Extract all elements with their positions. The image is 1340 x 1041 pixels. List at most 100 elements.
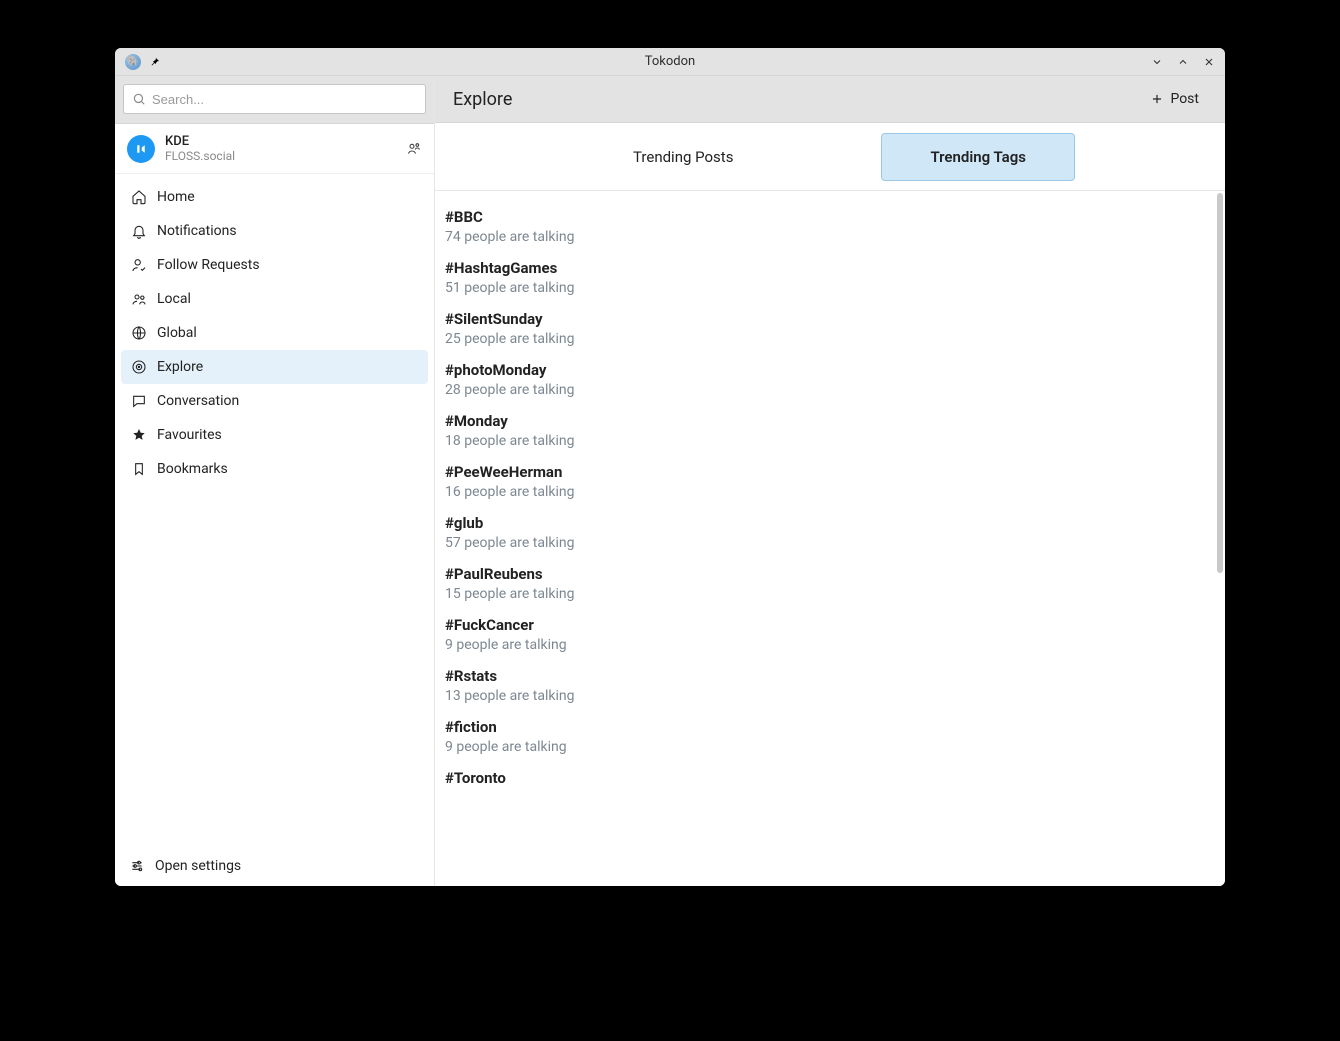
tab-trending-tags[interactable]: Trending Tags bbox=[881, 133, 1075, 181]
tag-item[interactable]: #Toronto bbox=[435, 762, 1225, 794]
account-row[interactable]: KDE FLOSS.social bbox=[115, 124, 434, 174]
app-window: 🐘 Tokodon bbox=[115, 48, 1225, 886]
tag-item[interactable]: #glub 57 people are talking bbox=[435, 507, 1225, 558]
tag-subtitle: 15 people are talking bbox=[445, 586, 1215, 602]
main-header: Explore Post bbox=[435, 76, 1225, 123]
tag-item[interactable]: #Rstats 13 people are talking bbox=[435, 660, 1225, 711]
tag-item[interactable]: #HashtagGames 51 people are talking bbox=[435, 252, 1225, 303]
maximize-button[interactable] bbox=[1177, 56, 1189, 68]
minimize-button[interactable] bbox=[1151, 56, 1163, 68]
post-label: Post bbox=[1170, 91, 1199, 107]
nav-label: Explore bbox=[157, 359, 203, 375]
search-icon bbox=[132, 92, 146, 106]
pin-icon[interactable] bbox=[149, 56, 161, 68]
nav-label: Bookmarks bbox=[157, 461, 228, 477]
tag-subtitle: 28 people are talking bbox=[445, 382, 1215, 398]
tag-item[interactable]: #PeeWeeHerman 16 people are talking bbox=[435, 456, 1225, 507]
tag-subtitle: 74 people are talking bbox=[445, 229, 1215, 245]
nav-favourites[interactable]: Favourites bbox=[121, 418, 428, 452]
search-input[interactable] bbox=[152, 92, 417, 107]
tag-name: #glub bbox=[445, 514, 1215, 532]
scrollbar[interactable] bbox=[1215, 193, 1223, 884]
nav-label: Follow Requests bbox=[157, 257, 260, 273]
tag-list: #BBC 74 people are talking #HashtagGames 51… bbox=[435, 191, 1225, 804]
nav-label: Notifications bbox=[157, 223, 237, 239]
nav-explore[interactable]: Explore bbox=[121, 350, 428, 384]
scrollbar-thumb[interactable] bbox=[1217, 193, 1223, 573]
star-icon bbox=[131, 427, 147, 443]
avatar bbox=[127, 135, 155, 163]
main: Explore Post Trending Posts Trending Tag… bbox=[435, 76, 1225, 886]
tag-name: #photoMonday bbox=[445, 361, 1215, 379]
tag-name: #FuckCancer bbox=[445, 616, 1215, 634]
account-server: FLOSS.social bbox=[165, 149, 235, 163]
tag-item[interactable]: #Monday 18 people are talking bbox=[435, 405, 1225, 456]
nav-global[interactable]: Global bbox=[121, 316, 428, 350]
globe-icon bbox=[131, 325, 147, 341]
titlebar-left: 🐘 bbox=[125, 54, 161, 70]
nav-label: Global bbox=[157, 325, 197, 341]
tab-trending-posts[interactable]: Trending Posts bbox=[585, 134, 781, 180]
nav-label: Local bbox=[157, 291, 191, 307]
tag-item[interactable]: #BBC 74 people are talking bbox=[435, 201, 1225, 252]
nav-notifications[interactable]: Notifications bbox=[121, 214, 428, 248]
tag-subtitle: 51 people are talking bbox=[445, 280, 1215, 296]
account-name: KDE bbox=[165, 134, 235, 149]
tag-scroll[interactable]: #BBC 74 people are talking #HashtagGames 51… bbox=[435, 191, 1225, 886]
nav: Home Notifications Follow Requests Local… bbox=[115, 174, 434, 492]
tag-subtitle: 9 people are talking bbox=[445, 739, 1215, 755]
tabs: Trending Posts Trending Tags bbox=[435, 123, 1225, 191]
person-check-icon bbox=[131, 257, 147, 273]
tag-name: #PeeWeeHerman bbox=[445, 463, 1215, 481]
home-icon bbox=[131, 189, 147, 205]
tag-subtitle: 16 people are talking bbox=[445, 484, 1215, 500]
tag-subtitle: 9 people are talking bbox=[445, 637, 1215, 653]
explore-icon bbox=[131, 359, 147, 375]
account-switch-icon[interactable] bbox=[406, 141, 422, 157]
window-body: KDE FLOSS.social Home Notifications bbox=[115, 76, 1225, 886]
tag-name: #Toronto bbox=[445, 769, 1215, 787]
tag-name: #Monday bbox=[445, 412, 1215, 430]
search-wrap bbox=[115, 76, 434, 124]
app-icon: 🐘 bbox=[125, 54, 141, 70]
tag-name: #PaulReubens bbox=[445, 565, 1215, 583]
window-title: Tokodon bbox=[115, 54, 1225, 69]
titlebar: 🐘 Tokodon bbox=[115, 48, 1225, 76]
tag-item[interactable]: #SilentSunday 25 people are talking bbox=[435, 303, 1225, 354]
tag-subtitle: 13 people are talking bbox=[445, 688, 1215, 704]
nav-follow-requests[interactable]: Follow Requests bbox=[121, 248, 428, 282]
search-field[interactable] bbox=[123, 84, 426, 114]
tag-item[interactable]: #FuckCancer 9 people are talking bbox=[435, 609, 1225, 660]
nav-label: Favourites bbox=[157, 427, 222, 443]
settings-label: Open settings bbox=[155, 858, 241, 874]
people-icon bbox=[131, 291, 147, 307]
tag-item[interactable]: #photoMonday 28 people are talking bbox=[435, 354, 1225, 405]
tag-item[interactable]: #PaulReubens 15 people are talking bbox=[435, 558, 1225, 609]
tag-subtitle: 18 people are talking bbox=[445, 433, 1215, 449]
settings-icon bbox=[129, 858, 145, 874]
tag-name: #BBC bbox=[445, 208, 1215, 226]
compose-post-button[interactable]: Post bbox=[1142, 87, 1207, 111]
tag-item[interactable]: #fiction 9 people are talking bbox=[435, 711, 1225, 762]
nav-local[interactable]: Local bbox=[121, 282, 428, 316]
account-text: KDE FLOSS.social bbox=[165, 134, 235, 163]
tag-name: #fiction bbox=[445, 718, 1215, 736]
close-button[interactable] bbox=[1203, 56, 1215, 68]
sidebar: KDE FLOSS.social Home Notifications bbox=[115, 76, 435, 886]
tag-name: #SilentSunday bbox=[445, 310, 1215, 328]
bell-icon bbox=[131, 223, 147, 239]
chat-icon bbox=[131, 393, 147, 409]
tag-name: #Rstats bbox=[445, 667, 1215, 685]
nav-label: Home bbox=[157, 189, 195, 205]
nav-home[interactable]: Home bbox=[121, 180, 428, 214]
plus-icon bbox=[1150, 92, 1164, 106]
nav-conversation[interactable]: Conversation bbox=[121, 384, 428, 418]
open-settings[interactable]: Open settings bbox=[115, 846, 434, 886]
tag-subtitle: 25 people are talking bbox=[445, 331, 1215, 347]
tag-name: #HashtagGames bbox=[445, 259, 1215, 277]
bookmark-icon bbox=[131, 461, 147, 477]
nav-bookmarks[interactable]: Bookmarks bbox=[121, 452, 428, 486]
titlebar-controls bbox=[1151, 56, 1215, 68]
nav-label: Conversation bbox=[157, 393, 239, 409]
tag-subtitle: 57 people are talking bbox=[445, 535, 1215, 551]
